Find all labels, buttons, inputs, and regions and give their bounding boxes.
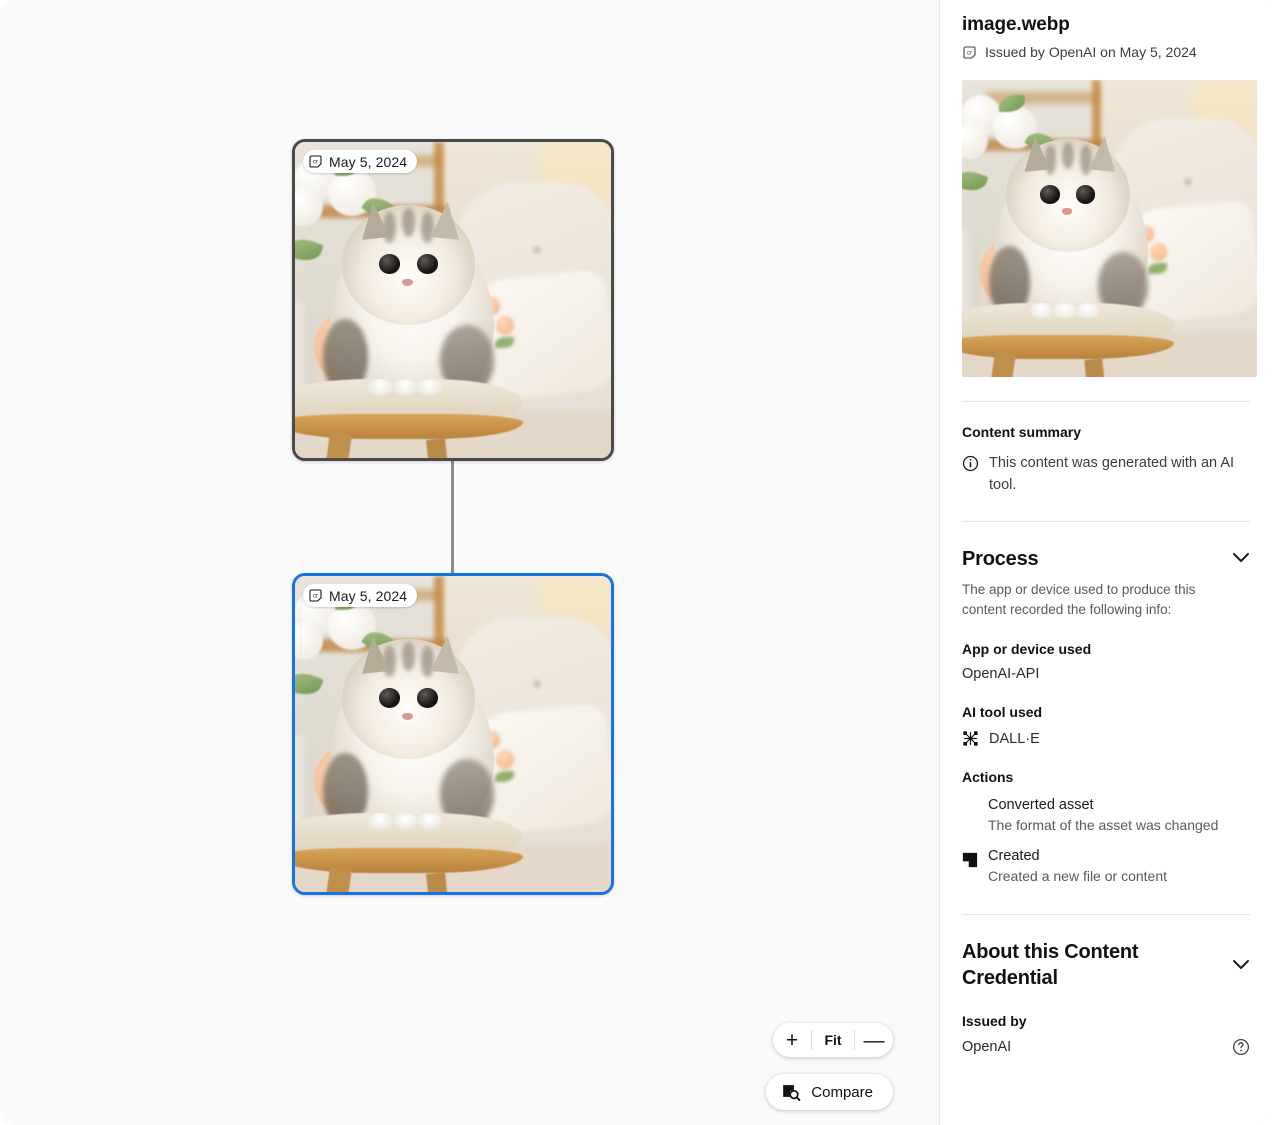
zoom-toolbar[interactable]: + Fit — xyxy=(773,1023,893,1057)
cr-icon: cr xyxy=(308,154,323,169)
created-icon-wrap xyxy=(962,848,978,887)
page-title: image.webp xyxy=(962,14,1250,36)
content-summary-row: This content was generated with an AI to… xyxy=(962,452,1250,497)
chevron-down-icon[interactable] xyxy=(1232,552,1250,563)
zoom-fit-button[interactable]: Fit xyxy=(812,1023,854,1057)
node-image-selected xyxy=(295,576,611,892)
compare-label: Compare xyxy=(811,1084,873,1101)
action-description: Created a new file or content xyxy=(988,867,1167,887)
content-summary-heading: Content summary xyxy=(962,424,1250,440)
divider xyxy=(962,914,1250,915)
process-description: The app or device used to produce this c… xyxy=(962,580,1224,619)
chevron-down-icon[interactable] xyxy=(1232,959,1250,970)
node-date-label: May 5, 2024 xyxy=(329,154,407,170)
about-section-header[interactable]: About this Content Credential xyxy=(962,939,1250,991)
app-or-device-value: OpenAI-API xyxy=(962,666,1250,682)
app-or-device-label: App or device used xyxy=(962,641,1250,657)
zoom-out-button[interactable]: — xyxy=(855,1023,893,1057)
divider xyxy=(962,521,1250,522)
svg-text:cr: cr xyxy=(313,594,318,600)
issued-by-value: OpenAI xyxy=(962,1039,1011,1055)
compare-button[interactable]: Compare xyxy=(766,1074,893,1110)
action-name: Created xyxy=(988,848,1167,864)
compare-icon xyxy=(782,1083,801,1101)
content-summary-text: This content was generated with an AI to… xyxy=(989,452,1239,497)
actions-label: Actions xyxy=(962,769,1250,785)
node-date-badge[interactable]: cr May 5, 2024 xyxy=(303,150,417,173)
provenance-canvas[interactable]: cr May 5, 2024 xyxy=(0,0,940,1125)
issued-summary-label: Issued by OpenAI on May 5, 2024 xyxy=(985,44,1197,60)
node-connector-line xyxy=(451,461,454,573)
issued-by-row: OpenAI xyxy=(962,1038,1250,1056)
provenance-node-parent[interactable]: cr May 5, 2024 xyxy=(292,139,614,461)
ai-tool-row: DALL·E xyxy=(962,730,1250,747)
action-item: Converted asset The format of the asset … xyxy=(962,797,1250,836)
asset-thumbnail[interactable] xyxy=(962,80,1257,377)
cr-icon: cr xyxy=(962,45,977,60)
provenance-node-selected[interactable]: cr May 5, 2024 xyxy=(292,573,614,895)
divider xyxy=(962,401,1250,402)
created-icon xyxy=(962,852,978,868)
info-icon xyxy=(962,455,979,472)
issued-summary-row: cr Issued by OpenAI on May 5, 2024 xyxy=(962,44,1250,60)
ai-tool-value: DALL·E xyxy=(989,731,1040,747)
node-date-badge[interactable]: cr May 5, 2024 xyxy=(303,584,417,607)
node-image-parent xyxy=(295,142,611,458)
zoom-in-button[interactable]: + xyxy=(773,1023,811,1057)
process-heading: Process xyxy=(962,546,1038,572)
action-item: Created Created a new file or content xyxy=(962,848,1250,887)
node-date-label: May 5, 2024 xyxy=(329,588,407,604)
ai-tool-label: AI tool used xyxy=(962,704,1250,720)
content-credentials-window: cr May 5, 2024 xyxy=(0,0,1272,1125)
cr-icon: cr xyxy=(308,588,323,603)
about-heading: About this Content Credential xyxy=(962,939,1177,991)
svg-text:cr: cr xyxy=(967,50,972,56)
details-sidebar[interactable]: image.webp cr Issued by OpenAI on May 5,… xyxy=(940,0,1272,1125)
help-circle-icon[interactable] xyxy=(1232,1038,1250,1056)
issued-by-label: Issued by xyxy=(962,1013,1250,1029)
svg-text:cr: cr xyxy=(313,160,318,166)
action-icon-placeholder xyxy=(962,797,978,836)
action-name: Converted asset xyxy=(988,797,1218,813)
action-description: The format of the asset was changed xyxy=(988,816,1218,836)
process-section-header[interactable]: Process xyxy=(962,546,1250,572)
dalle-icon xyxy=(962,730,979,747)
